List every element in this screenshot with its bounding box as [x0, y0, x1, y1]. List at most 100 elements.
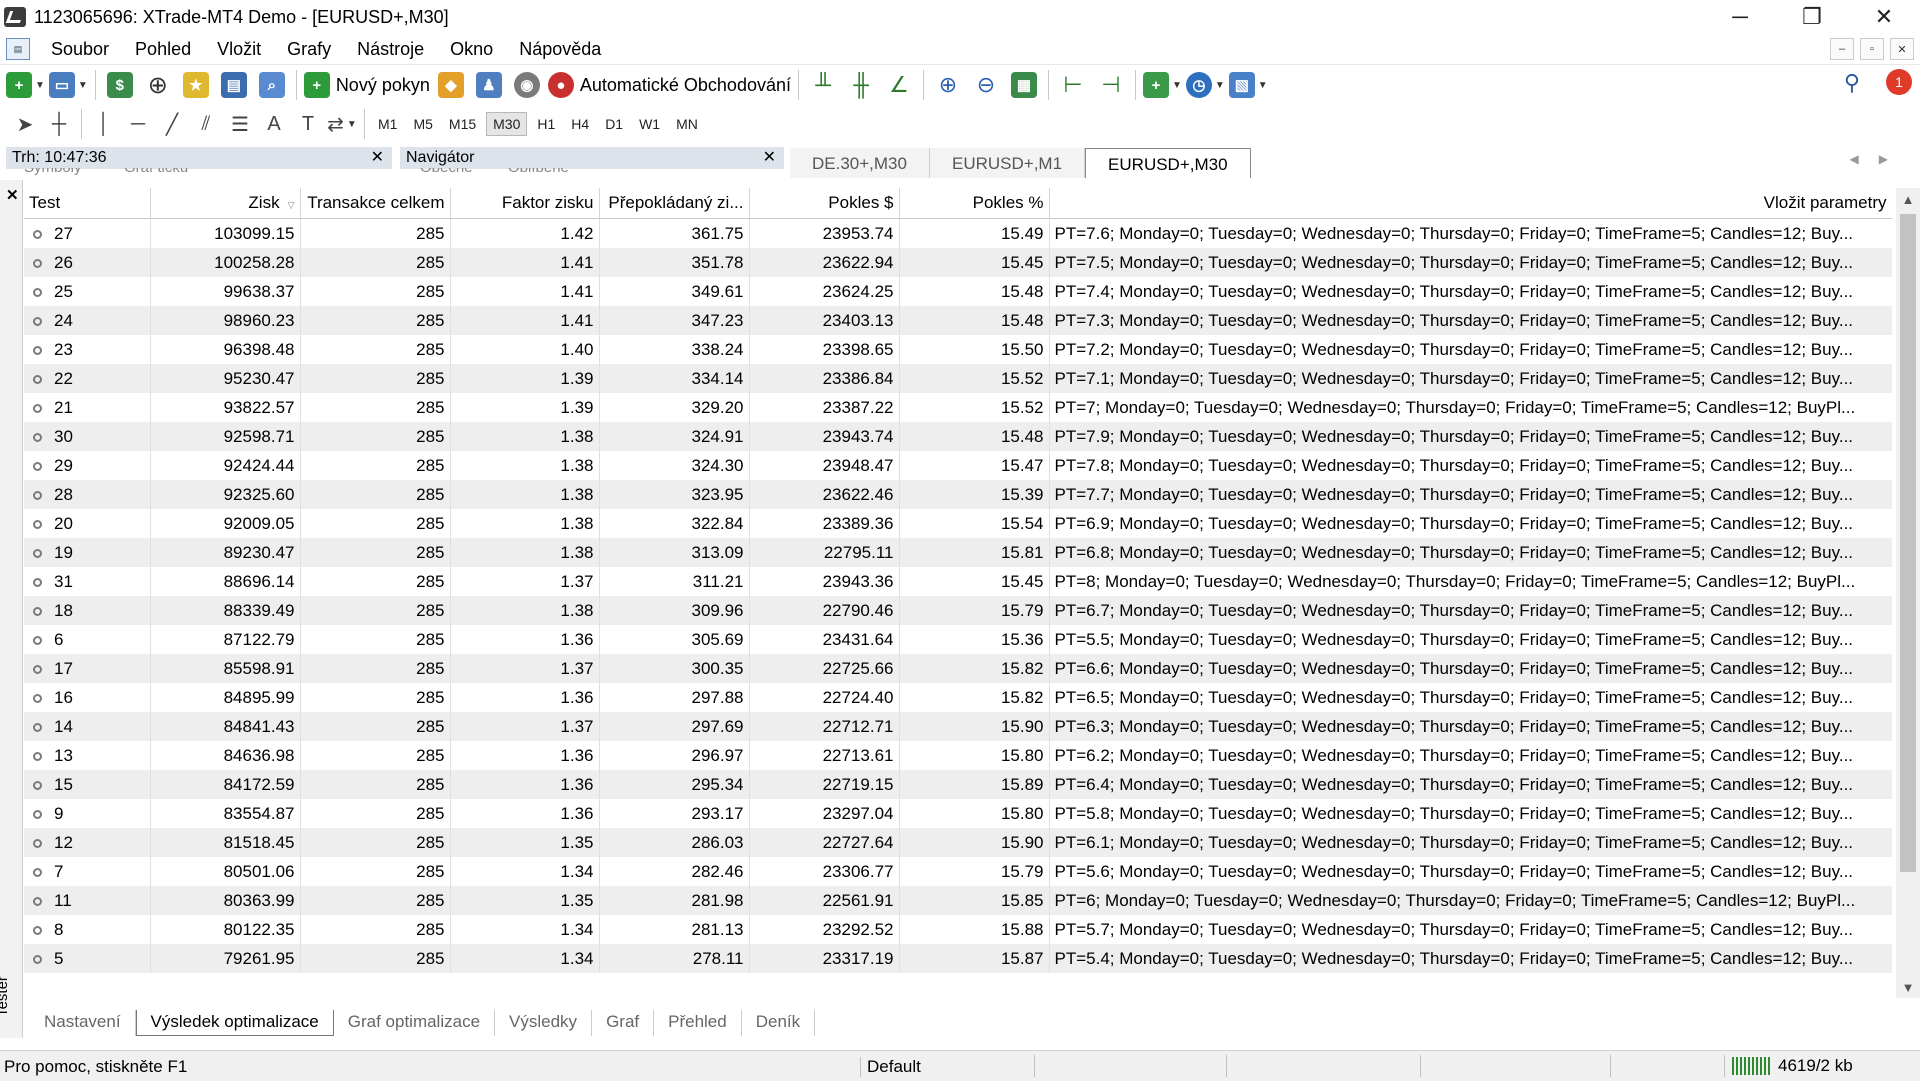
column-header-profit-factor[interactable]: Faktor zisku: [450, 188, 600, 219]
candle-chart-button[interactable]: ╫: [844, 68, 878, 102]
menu-insert[interactable]: Vložit: [206, 39, 276, 60]
table-row[interactable]: 21 93822.57 285 1.39 329.20 23387.22 15.52 PT=7…: [24, 393, 1892, 422]
table-row[interactable]: 5 79261.95 285 1.34 278.11 23317.19 15.87 PT=5.…: [24, 944, 1892, 973]
data-window-button[interactable]: ⊕: [141, 68, 175, 102]
new-order-button[interactable]: + Nový pokyn: [303, 68, 430, 102]
vertical-scrollbar[interactable]: ▲ ▼: [1896, 188, 1920, 998]
child-minimize-button[interactable]: –: [1830, 38, 1854, 60]
zoom-out-button[interactable]: ⊖: [969, 68, 1003, 102]
column-header-total-trades[interactable]: Transakce celkem: [300, 188, 451, 219]
menu-window[interactable]: Okno: [439, 39, 508, 60]
table-row[interactable]: 29 92424.44 285 1.38 324.30 23948.47 15.47 PT=7…: [24, 451, 1892, 480]
market-watch-tab-symbols[interactable]: Symboly: [24, 168, 82, 178]
chart-tab-eurusd-m30[interactable]: EURUSD+,M30: [1085, 148, 1251, 178]
table-row[interactable]: 16 84895.99 285 1.36 297.88 22724.40 15.82 PT=6…: [24, 683, 1892, 712]
tester-tab-graph[interactable]: Graf: [592, 1010, 655, 1036]
restore-button[interactable]: ❐: [1776, 0, 1848, 34]
tester-tab-report[interactable]: Přehled: [654, 1010, 742, 1036]
timeframe-h4[interactable]: H4: [565, 113, 595, 135]
market-watch-button[interactable]: $: [103, 68, 137, 102]
timeframe-m30[interactable]: M30: [486, 112, 528, 136]
table-row[interactable]: 17 85598.91 285 1.37 300.35 22725.66 15.82 PT=6…: [24, 654, 1892, 683]
column-header-expected-payoff[interactable]: Přepokládaný zi...: [599, 188, 750, 219]
terminal-button[interactable]: ▤: [217, 68, 251, 102]
tester-tab-results[interactable]: Výsledky: [495, 1010, 593, 1036]
scroll-up-icon[interactable]: ▲: [1896, 188, 1920, 210]
child-restore-button[interactable]: ▫: [1860, 38, 1884, 60]
table-row[interactable]: 11 80363.99 285 1.35 281.98 22561.91 15.85 PT=6…: [24, 886, 1892, 915]
strategy-tester-button[interactable]: ⌕: [255, 68, 289, 102]
child-close-button[interactable]: ✕: [1890, 38, 1914, 60]
timeframe-h1[interactable]: H1: [531, 113, 561, 135]
tester-tab-optimization-graph[interactable]: Graf optimalizace: [334, 1010, 496, 1036]
scroll-thumb[interactable]: [1900, 214, 1916, 872]
column-header-test[interactable]: Test: [24, 188, 151, 219]
column-header-drawdown-pct[interactable]: Pokles %: [899, 188, 1050, 219]
table-row[interactable]: 9 83554.87 285 1.36 293.17 23297.04 15.80 PT=5.…: [24, 799, 1892, 828]
periods-button[interactable]: ◷ ▼: [1185, 68, 1225, 102]
timeframe-d1[interactable]: D1: [599, 113, 629, 135]
table-row[interactable]: 14 84841.43 285 1.37 297.69 22712.71 15.90 PT=6…: [24, 712, 1892, 741]
table-row[interactable]: 12 81518.45 285 1.35 286.03 22727.64 15.90 PT=6…: [24, 828, 1892, 857]
navigator-close-icon[interactable]: ✕: [763, 147, 776, 167]
chart-window-icon[interactable]: ▤: [6, 38, 30, 60]
tester-tab-optimization-results[interactable]: Výsledek optimalizace: [135, 1010, 334, 1036]
table-row[interactable]: 24 98960.23 285 1.41 347.23 23403.13 15.48 PT=7…: [24, 306, 1892, 335]
autoscroll-button[interactable]: ⊣: [1094, 68, 1128, 102]
table-row[interactable]: 20 92009.05 285 1.38 322.84 23389.36 15.54 PT=6…: [24, 509, 1892, 538]
menu-file[interactable]: Soubor: [40, 39, 124, 60]
column-header-input-params[interactable]: Vložit parametry: [1049, 188, 1892, 219]
scroll-down-icon[interactable]: ▼: [1896, 976, 1920, 998]
profiles-button[interactable]: ▭ ▼: [48, 68, 88, 102]
arrows-icon[interactable]: ⇄ ▼: [325, 109, 359, 139]
text-label-icon[interactable]: T: [291, 109, 325, 139]
menu-help[interactable]: Nápověda: [508, 39, 616, 60]
table-row[interactable]: 27 103099.15 285 1.42 361.75 23953.74 15.49 PT=…: [24, 218, 1892, 248]
channel-icon[interactable]: ⫽: [189, 109, 223, 139]
timeframe-w1[interactable]: W1: [633, 113, 666, 135]
table-row[interactable]: 15 84172.59 285 1.36 295.34 22719.15 15.89 PT=6…: [24, 770, 1892, 799]
text-icon[interactable]: A: [257, 109, 291, 139]
vertical-line-icon[interactable]: │: [87, 109, 121, 139]
indicators-button[interactable]: + ▼: [1142, 68, 1182, 102]
zoom-in-button[interactable]: ⊕: [931, 68, 965, 102]
table-row[interactable]: 30 92598.71 285 1.38 324.91 23943.74 15.48 PT=7…: [24, 422, 1892, 451]
table-row[interactable]: 19 89230.47 285 1.38 313.09 22795.11 15.81 PT=6…: [24, 538, 1892, 567]
market-watch-tab-tick-chart[interactable]: Graf ticku: [124, 168, 188, 178]
templates-button[interactable]: ▧ ▼: [1228, 68, 1268, 102]
table-row[interactable]: 18 88339.49 285 1.38 309.96 22790.46 15.79 PT=6…: [24, 596, 1892, 625]
table-row[interactable]: 13 84636.98 285 1.36 296.97 22713.61 15.80 PT=6…: [24, 741, 1892, 770]
chart-tab-de30-m30[interactable]: DE.30+,M30: [790, 148, 930, 178]
chart-tab-eurusd-m1[interactable]: EURUSD+,M1: [929, 148, 1086, 178]
tester-tab-settings[interactable]: Nastavení: [30, 1010, 136, 1036]
menu-tools[interactable]: Nástroje: [346, 39, 439, 60]
auto-trading-button[interactable]: ● Automatické Obchodování: [547, 68, 791, 102]
table-row[interactable]: 7 80501.06 285 1.34 282.46 23306.77 15.79 PT=5.…: [24, 857, 1892, 886]
timeframe-mn[interactable]: MN: [670, 113, 704, 135]
line-chart-button[interactable]: ∠: [882, 68, 916, 102]
notification-badge[interactable]: 1: [1886, 69, 1912, 95]
search-icon[interactable]: ⚲: [1844, 70, 1860, 96]
close-button[interactable]: ✕: [1848, 0, 1920, 34]
table-row[interactable]: 25 99638.37 285 1.41 349.61 23624.25 15.48 PT=7…: [24, 277, 1892, 306]
timeframe-m1[interactable]: M1: [372, 113, 403, 135]
chart-shift-button[interactable]: ⊢: [1056, 68, 1090, 102]
column-header-profit[interactable]: Zisk ▽: [150, 188, 301, 219]
status-connection[interactable]: 4619/2 kb: [1732, 1056, 1853, 1076]
chart-tab-scroll-arrows[interactable]: ◀▶: [1850, 152, 1908, 166]
cursor-icon[interactable]: ➤: [8, 109, 42, 139]
tester-close-icon[interactable]: ✕: [6, 186, 19, 204]
table-row[interactable]: 6 87122.79 285 1.36 305.69 23431.64 15.36 PT=5.…: [24, 625, 1892, 654]
new-chart-button[interactable]: + ▼: [6, 68, 45, 102]
table-row[interactable]: 26 100258.28 285 1.41 351.78 23622.94 15.45 PT=…: [24, 248, 1892, 277]
market-watch-close-icon[interactable]: ✕: [371, 147, 384, 167]
menu-view[interactable]: Pohled: [124, 39, 206, 60]
crosshair-tool-icon[interactable]: ┼: [42, 109, 76, 139]
navigator-tab-common[interactable]: Obecné: [420, 168, 473, 178]
table-row[interactable]: 8 80122.35 285 1.34 281.13 23292.52 15.88 PT=5.…: [24, 915, 1892, 944]
table-row[interactable]: 22 95230.47 285 1.39 334.14 23386.84 15.52 PT=7…: [24, 364, 1892, 393]
navigator-button[interactable]: ★: [179, 68, 213, 102]
minimize-button[interactable]: ─: [1704, 0, 1776, 34]
signals-button[interactable]: ◉: [510, 68, 544, 102]
table-row[interactable]: 23 96398.48 285 1.40 338.24 23398.65 15.50 PT=7…: [24, 335, 1892, 364]
